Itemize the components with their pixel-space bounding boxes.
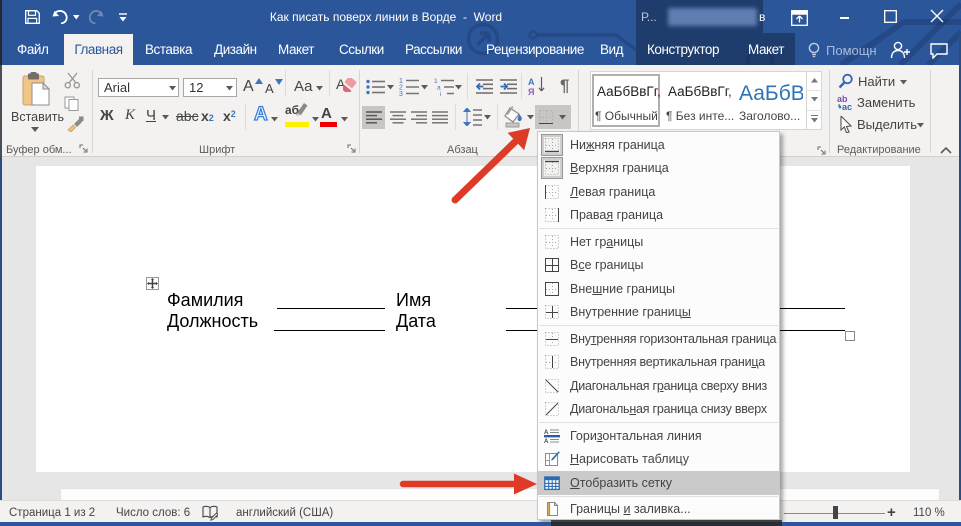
svg-text:ac: ac (842, 102, 852, 111)
svg-text:Я: Я (528, 87, 534, 96)
svg-text:i: i (440, 91, 441, 96)
svg-text:А: А (528, 77, 535, 87)
svg-text:A: A (544, 439, 549, 444)
svg-text:3: 3 (399, 91, 403, 96)
